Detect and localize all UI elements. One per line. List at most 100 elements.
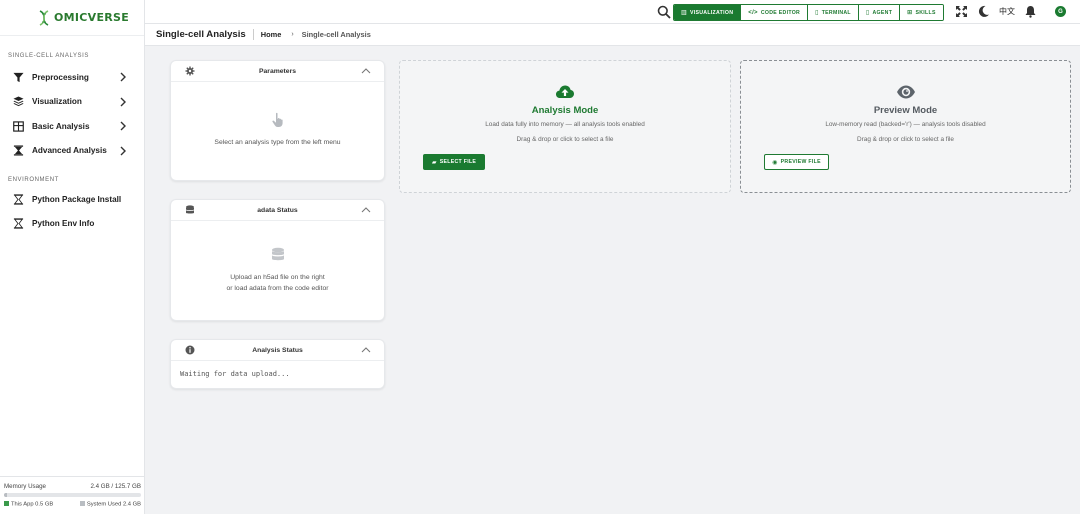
adata-status-card: adata Status Upload an h5ad file on the … bbox=[170, 199, 385, 321]
parameters-card-body: Select an analysis type from the left me… bbox=[171, 82, 384, 148]
preview-mode-title: Preview Mode bbox=[873, 105, 938, 116]
memory-legend-system: System Used 2.4 GB bbox=[79, 501, 141, 508]
system-used-label: System Used 2.4 GB bbox=[86, 501, 141, 508]
sidebar-item-label: Basic Analysis bbox=[32, 121, 90, 131]
database-placeholder-icon bbox=[271, 247, 284, 261]
analysis-status-message: Waiting for data upload... bbox=[180, 370, 290, 378]
sidebar-item-basic-analysis[interactable]: Basic Analysis bbox=[0, 114, 144, 139]
select-file-label: SELECT FILE bbox=[439, 159, 477, 165]
tab-label: AGENT bbox=[872, 9, 893, 16]
search-icon[interactable] bbox=[657, 5, 671, 19]
hourglass-outline-icon bbox=[12, 193, 24, 205]
section-single-cell-analysis: SINGLE-CELL ANALYSIS bbox=[8, 53, 90, 59]
main-tabs: ▥ VISUALIZATION </> CODE EDITOR ▯ TERMIN… bbox=[673, 4, 944, 21]
adata-empty-line-1: Upload an h5ad file on the right bbox=[230, 274, 325, 281]
tab-terminal[interactable]: ▯ TERMINAL bbox=[808, 5, 859, 20]
system-used-swatch bbox=[79, 501, 85, 506]
cloud-upload-icon bbox=[556, 85, 574, 98]
database-icon bbox=[186, 205, 194, 214]
analysis-mode-title: Analysis Mode bbox=[531, 105, 599, 116]
page-title: Single-cell Analysis bbox=[156, 29, 254, 40]
this-app-swatch bbox=[4, 501, 9, 506]
chart-icon: ▥ bbox=[681, 10, 687, 16]
memory-legend-this-app: This App 0.5 GB bbox=[4, 501, 53, 508]
preview-file-label: PREVIEW FILE bbox=[780, 159, 821, 165]
sidebar-item-label: Preprocessing bbox=[32, 72, 89, 82]
tab-code-editor[interactable]: </> CODE EDITOR bbox=[741, 5, 809, 20]
parameters-card-header[interactable]: Parameters bbox=[171, 61, 384, 82]
sidebar: OMICVERSE SINGLE-CELL ANALYSIS Preproces… bbox=[0, 0, 145, 514]
code-icon: </> bbox=[748, 9, 758, 16]
memory-usage-value: 2.4 GB / 125.7 GB bbox=[90, 483, 141, 490]
language-toggle[interactable]: 中文 bbox=[999, 6, 1015, 17]
preview-file-button[interactable]: ◉ PREVIEW FILE bbox=[764, 154, 829, 170]
fullscreen-icon[interactable] bbox=[955, 5, 968, 18]
info-icon bbox=[185, 345, 195, 355]
analysis-mode-description: Load data fully into memory — all analys… bbox=[485, 121, 645, 128]
chevron-right-icon bbox=[120, 72, 126, 82]
chevron-up-icon[interactable] bbox=[361, 67, 371, 75]
select-file-button[interactable]: ▰ SELECT FILE bbox=[423, 154, 485, 170]
adata-empty-line-2: or load adata from the code editor bbox=[226, 285, 329, 292]
sidebar-item-label: Visualization bbox=[32, 97, 82, 107]
grid-icon: ⊞ bbox=[907, 10, 913, 16]
chevron-right-icon bbox=[120, 146, 126, 155]
analysis-mode-drop-hint: Drag & drop or click to select a file bbox=[516, 136, 614, 143]
parameters-card-title: Parameters bbox=[258, 67, 297, 75]
tab-label: SKILLS bbox=[915, 9, 936, 16]
analysis-status-card-title: Analysis Status bbox=[252, 346, 303, 354]
sidebar-item-label: Python Env Info bbox=[32, 219, 95, 229]
tab-visualization[interactable]: ▥ VISUALIZATION bbox=[674, 5, 742, 20]
filter-icon bbox=[12, 71, 24, 83]
folder-open-icon: ▰ bbox=[431, 159, 437, 166]
adata-status-card-header[interactable]: adata Status bbox=[171, 200, 384, 221]
analysis-status-card-header[interactable]: Analysis Status bbox=[171, 340, 384, 361]
sidebar-item-label: Advanced Analysis bbox=[32, 146, 107, 156]
sidebar-item-python-env-info[interactable]: Python Env Info bbox=[0, 212, 144, 237]
file-icon: ▯ bbox=[815, 10, 819, 16]
logo-text: OMICVERSE bbox=[54, 11, 130, 24]
dna-logo-icon bbox=[39, 9, 49, 26]
memory-usage-label: Memory Usage bbox=[4, 483, 46, 490]
chevron-up-icon[interactable] bbox=[361, 346, 371, 354]
hourglass-outline-icon bbox=[12, 218, 24, 230]
section-environment: ENVIRONMENT bbox=[8, 177, 59, 183]
avatar[interactable]: G bbox=[1055, 6, 1066, 17]
breadcrumb-bar: Single-cell Analysis Home › Single-cell … bbox=[145, 24, 1080, 46]
sidebar-item-preprocessing[interactable]: Preprocessing bbox=[0, 65, 144, 90]
gear-icon bbox=[185, 66, 195, 76]
hourglass-icon bbox=[12, 145, 24, 157]
sidebar-item-python-package-install[interactable]: Python Package Install bbox=[0, 187, 144, 212]
eye-icon bbox=[896, 85, 915, 99]
sidebar-item-advanced-analysis[interactable]: Advanced Analysis bbox=[0, 139, 144, 164]
adata-status-card-body: Upload an h5ad file on the right or load… bbox=[171, 221, 384, 294]
app-logo[interactable]: OMICVERSE bbox=[0, 0, 144, 36]
top-bar: ▥ VISUALIZATION </> CODE EDITOR ▯ TERMIN… bbox=[145, 0, 1080, 24]
adata-status-card-title: adata Status bbox=[257, 206, 298, 214]
sidebar-item-label: Python Package Install bbox=[32, 194, 122, 204]
preview-mode-drop-hint: Drag & drop or click to select a file bbox=[857, 136, 954, 143]
parameters-empty-message: Select an analysis type from the left me… bbox=[214, 139, 341, 146]
analysis-mode-dropzone[interactable]: Analysis Mode Load data fully into memor… bbox=[399, 60, 731, 193]
layers-icon bbox=[12, 96, 24, 108]
sidebar-item-visualization[interactable]: Visualization bbox=[0, 90, 144, 115]
bell-icon[interactable] bbox=[1024, 5, 1037, 18]
analysis-status-card: Analysis Status Waiting for data upload.… bbox=[170, 339, 385, 389]
tab-label: CODE EDITOR bbox=[760, 9, 801, 16]
breadcrumb-separator: › bbox=[291, 31, 294, 38]
breadcrumb-current: Single-cell Analysis bbox=[301, 30, 371, 39]
preview-mode-description: Low-memory read (backed='r') — analysis … bbox=[825, 121, 986, 128]
memory-usage-fill bbox=[4, 493, 7, 497]
chevron-up-icon[interactable] bbox=[361, 206, 371, 214]
tab-agent[interactable]: ▯ AGENT bbox=[858, 5, 901, 20]
dark-mode-moon-icon[interactable] bbox=[977, 5, 990, 18]
chevron-right-icon bbox=[120, 97, 126, 106]
tab-skills[interactable]: ⊞ SKILLS bbox=[900, 5, 943, 20]
chevron-right-icon bbox=[120, 121, 126, 131]
memory-usage-panel: Memory Usage 2.4 GB / 125.7 GB This App … bbox=[0, 476, 145, 514]
tab-label: VISUALIZATION bbox=[689, 9, 734, 16]
breadcrumb-home[interactable]: Home bbox=[261, 30, 282, 39]
pointer-hand-icon bbox=[271, 112, 283, 127]
preview-mode-dropzone[interactable]: Preview Mode Low-memory read (backed='r'… bbox=[740, 60, 1071, 193]
file-icon: ▯ bbox=[865, 10, 870, 16]
